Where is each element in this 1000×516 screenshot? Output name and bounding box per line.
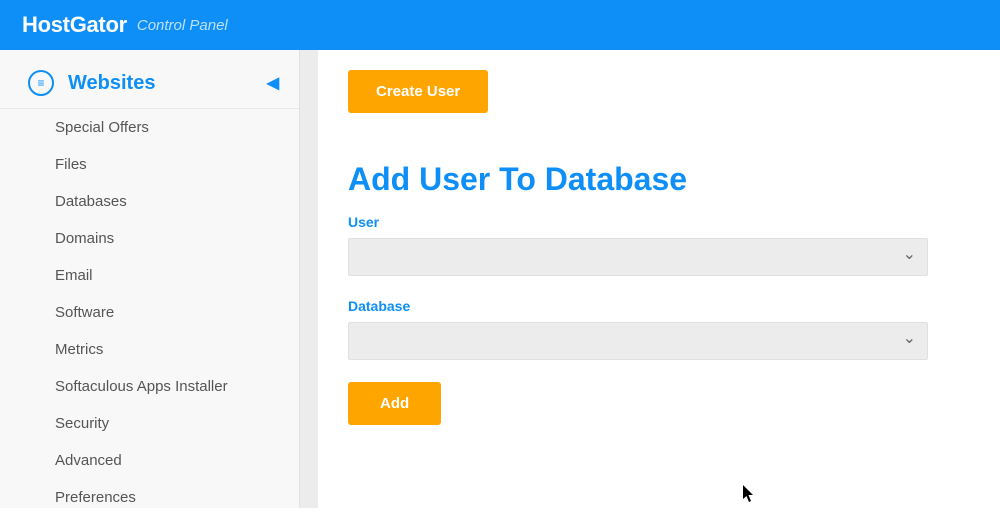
database-select[interactable] (348, 322, 928, 360)
sidebar-item-websites[interactable]: ≡ Websites ◀ (0, 58, 299, 109)
main-content: Create User Add User To Database User Da… (318, 50, 1000, 508)
sidebar-item-label: Databases (55, 193, 127, 210)
sidebar-item-label: Preferences (55, 489, 136, 506)
sidebar-item-email[interactable]: Email (0, 257, 299, 294)
sidebar-item-label: Security (55, 415, 109, 432)
user-label: User (348, 214, 960, 230)
websites-icon: ≡ (28, 70, 54, 96)
sidebar-item-files[interactable]: Files (0, 146, 299, 183)
section-title: Add User To Database (348, 161, 960, 198)
sidebar-item-databases[interactable]: Databases (0, 183, 299, 220)
sidebar-item-label: Domains (55, 230, 114, 247)
database-label: Database (348, 298, 960, 314)
sidebar: ≡ Websites ◀ Special Offers Files Databa… (0, 50, 300, 508)
layout: ≡ Websites ◀ Special Offers Files Databa… (0, 50, 1000, 508)
sidebar-item-preferences[interactable]: Preferences (0, 479, 299, 516)
brand-logo: HostGator (22, 12, 127, 38)
sidebar-item-security[interactable]: Security (0, 405, 299, 442)
sidebar-item-software[interactable]: Software (0, 294, 299, 331)
sidebar-item-label: Special Offers (55, 119, 149, 136)
brand-subtitle: Control Panel (137, 17, 228, 34)
sidebar-item-domains[interactable]: Domains (0, 220, 299, 257)
sidebar-item-label: Email (55, 267, 93, 284)
sidebar-item-advanced[interactable]: Advanced (0, 442, 299, 479)
sidebar-item-label: Softaculous Apps Installer (55, 378, 228, 395)
sidebar-item-label: Software (55, 304, 114, 321)
sidebar-item-label: Advanced (55, 452, 122, 469)
user-select-wrap (348, 238, 928, 276)
sidebar-item-special-offers[interactable]: Special Offers (0, 109, 299, 146)
sidebar-active-label: Websites (68, 72, 155, 95)
sidebar-item-label: Files (55, 156, 87, 173)
add-button[interactable]: Add (348, 382, 441, 425)
create-user-button[interactable]: Create User (348, 70, 488, 113)
database-select-wrap (348, 322, 928, 360)
sidebar-item-softaculous[interactable]: Softaculous Apps Installer (0, 368, 299, 405)
topbar: HostGator Control Panel (0, 0, 1000, 50)
collapse-arrow-icon: ◀ (267, 73, 279, 93)
sidebar-item-label: Metrics (55, 341, 103, 358)
sidebar-item-metrics[interactable]: Metrics (0, 331, 299, 368)
user-select[interactable] (348, 238, 928, 276)
